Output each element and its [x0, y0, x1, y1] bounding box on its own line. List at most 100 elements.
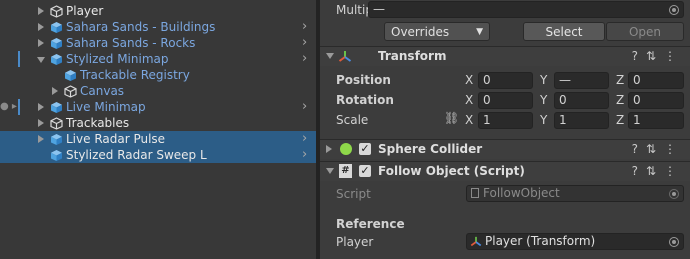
chevron-right-icon[interactable]: ›: [302, 35, 307, 51]
help-icon: ?: [631, 142, 646, 156]
expand-arrow-icon[interactable]: [38, 39, 44, 47]
expand-arrow-icon[interactable]: [38, 23, 44, 31]
rotation-x-value: 0: [483, 93, 491, 107]
expand-arrow-icon[interactable]: [38, 119, 44, 127]
scale-y-field[interactable]: 1: [554, 112, 609, 129]
hierarchy-item-label: Sahara Sands - Buildings: [66, 20, 216, 34]
component-header-icons[interactable]: ?⇅⋮: [632, 142, 684, 156]
hierarchy-item-live-radar-pulse[interactable]: Live Radar Pulse ›: [0, 131, 316, 147]
expand-arrow-icon[interactable]: [38, 135, 44, 143]
scale-x-field[interactable]: 1: [478, 112, 533, 129]
component-header-icons[interactable]: ?⇅⋮: [632, 164, 684, 178]
chevron-right-icon[interactable]: ›: [302, 131, 307, 147]
gameobject-cube-icon: [64, 85, 77, 98]
dropdown-arrow-icon: ▼: [476, 27, 483, 37]
player-object-field[interactable]: Player (Transform): [466, 233, 684, 250]
player-value: Player (Transform): [485, 234, 596, 248]
prefab-cube-icon: [51, 54, 62, 65]
sphere-collider-icon: [340, 143, 352, 155]
help-icon: ?: [631, 164, 646, 178]
scale-y-label[interactable]: Y: [540, 112, 547, 128]
script-field: FollowObject: [466, 185, 684, 202]
position-z-label[interactable]: Z: [616, 72, 624, 88]
expand-arrow-icon[interactable]: [38, 103, 44, 111]
hierarchy-item-label: Player: [66, 4, 104, 18]
presets-icon: ⇅: [645, 49, 664, 63]
follow-object-component-header[interactable]: # ✓ Follow Object (Script) ?⇅⋮: [320, 161, 690, 181]
object-picker-icon: [669, 189, 679, 199]
chevron-right-icon[interactable]: ›: [302, 147, 307, 163]
hierarchy-item-live-minimap[interactable]: Live Minimap ›: [0, 99, 316, 115]
scale-z-label[interactable]: Z: [616, 112, 624, 128]
script-value: FollowObject: [483, 186, 560, 200]
rotation-z-label[interactable]: Z: [616, 92, 624, 108]
prefab-cube-icon: [51, 134, 62, 145]
expand-arrow-icon[interactable]: [38, 7, 44, 15]
open-button[interactable]: Open: [606, 22, 684, 41]
rotation-z-value: 0: [633, 93, 641, 107]
chevron-right-icon[interactable]: ›: [302, 19, 307, 35]
enabled-checkbox[interactable]: ✓: [359, 165, 371, 177]
scale-z-field[interactable]: 1: [628, 112, 684, 129]
more-options-icon: ⋮: [664, 164, 684, 178]
presets-icon: ⇅: [645, 164, 664, 178]
rotation-y-label[interactable]: Y: [540, 92, 547, 108]
foldout-arrow-icon[interactable]: [326, 145, 332, 153]
hierarchy-panel: ● ▸ Player Sahara Sands - Buildings › Sa…: [0, 0, 316, 259]
position-y-field[interactable]: —: [554, 72, 609, 89]
hierarchy-item-stylized-radar-sweep[interactable]: Stylized Radar Sweep L ›: [0, 147, 316, 163]
chevron-right-icon[interactable]: ›: [302, 99, 307, 115]
reference-header: Reference: [336, 217, 405, 231]
foldout-arrow-icon[interactable]: [326, 168, 334, 174]
follow-object-title: Follow Object (Script): [378, 164, 525, 178]
scale-label: Scale: [336, 113, 369, 127]
multiple-object-value: —: [373, 2, 385, 16]
hierarchy-item-trackable-registry[interactable]: Trackable Registry: [0, 67, 316, 83]
collapse-arrow-icon[interactable]: [37, 57, 45, 63]
transform-icon: [470, 236, 482, 247]
transform-component-header[interactable]: Transform ?⇅⋮: [320, 46, 690, 66]
transform-icon: [338, 51, 352, 62]
rotation-x-field[interactable]: 0: [478, 92, 533, 109]
hierarchy-item-sahara-buildings[interactable]: Sahara Sands - Buildings ›: [0, 19, 316, 35]
foldout-arrow-icon[interactable]: [326, 53, 334, 59]
rotation-label: Rotation: [336, 93, 394, 107]
overrides-dropdown[interactable]: Overrides ▼: [384, 22, 490, 41]
hierarchy-item-label: Trackables: [66, 116, 130, 130]
hierarchy-item-canvas[interactable]: Canvas: [0, 83, 316, 99]
hierarchy-item-sahara-rocks[interactable]: Sahara Sands - Rocks ›: [0, 35, 316, 51]
object-picker-icon[interactable]: [669, 5, 679, 15]
rotation-z-field[interactable]: 0: [628, 92, 684, 109]
position-x-label[interactable]: X: [465, 72, 473, 88]
rotation-y-value: 0: [559, 93, 567, 107]
position-x-field[interactable]: 0: [478, 72, 533, 89]
script-file-icon: [471, 188, 479, 198]
link-icon[interactable]: ⛓: [444, 111, 459, 125]
hierarchy-item-label: Stylized Radar Sweep L: [66, 148, 207, 162]
rotation-y-field[interactable]: 0: [554, 92, 609, 109]
prefab-cube-icon: [51, 102, 62, 113]
component-header-icons[interactable]: ?⇅⋮: [632, 49, 684, 63]
presets-icon: ⇅: [645, 142, 664, 156]
chevron-right-icon[interactable]: ›: [302, 51, 307, 67]
transform-title: Transform: [378, 49, 447, 63]
scale-x-label[interactable]: X: [465, 112, 473, 128]
gameobject-cube-icon: [50, 5, 63, 18]
hierarchy-item-trackables[interactable]: Trackables: [0, 115, 316, 131]
multiple-object-field[interactable]: —: [368, 1, 684, 18]
object-picker-icon[interactable]: [669, 237, 679, 247]
position-y-value: —: [559, 73, 571, 87]
position-z-field[interactable]: 0: [628, 72, 684, 89]
position-y-label[interactable]: Y: [540, 72, 547, 88]
hierarchy-item-stylized-minimap[interactable]: Stylized Minimap ›: [0, 51, 316, 67]
enabled-checkbox[interactable]: ✓: [359, 143, 371, 155]
sphere-collider-component-header[interactable]: ✓ Sphere Collider ?⇅⋮: [320, 139, 690, 159]
hierarchy-item-label: Sahara Sands - Rocks: [66, 36, 196, 50]
hierarchy-item-player[interactable]: Player: [0, 3, 316, 19]
rotation-x-label[interactable]: X: [465, 92, 473, 108]
hierarchy-item-label: Trackable Registry: [80, 68, 190, 82]
more-options-icon: ⋮: [664, 142, 684, 156]
expand-arrow-icon[interactable]: [52, 87, 58, 95]
open-button-label: Open: [628, 25, 662, 39]
select-button[interactable]: Select: [523, 22, 605, 41]
